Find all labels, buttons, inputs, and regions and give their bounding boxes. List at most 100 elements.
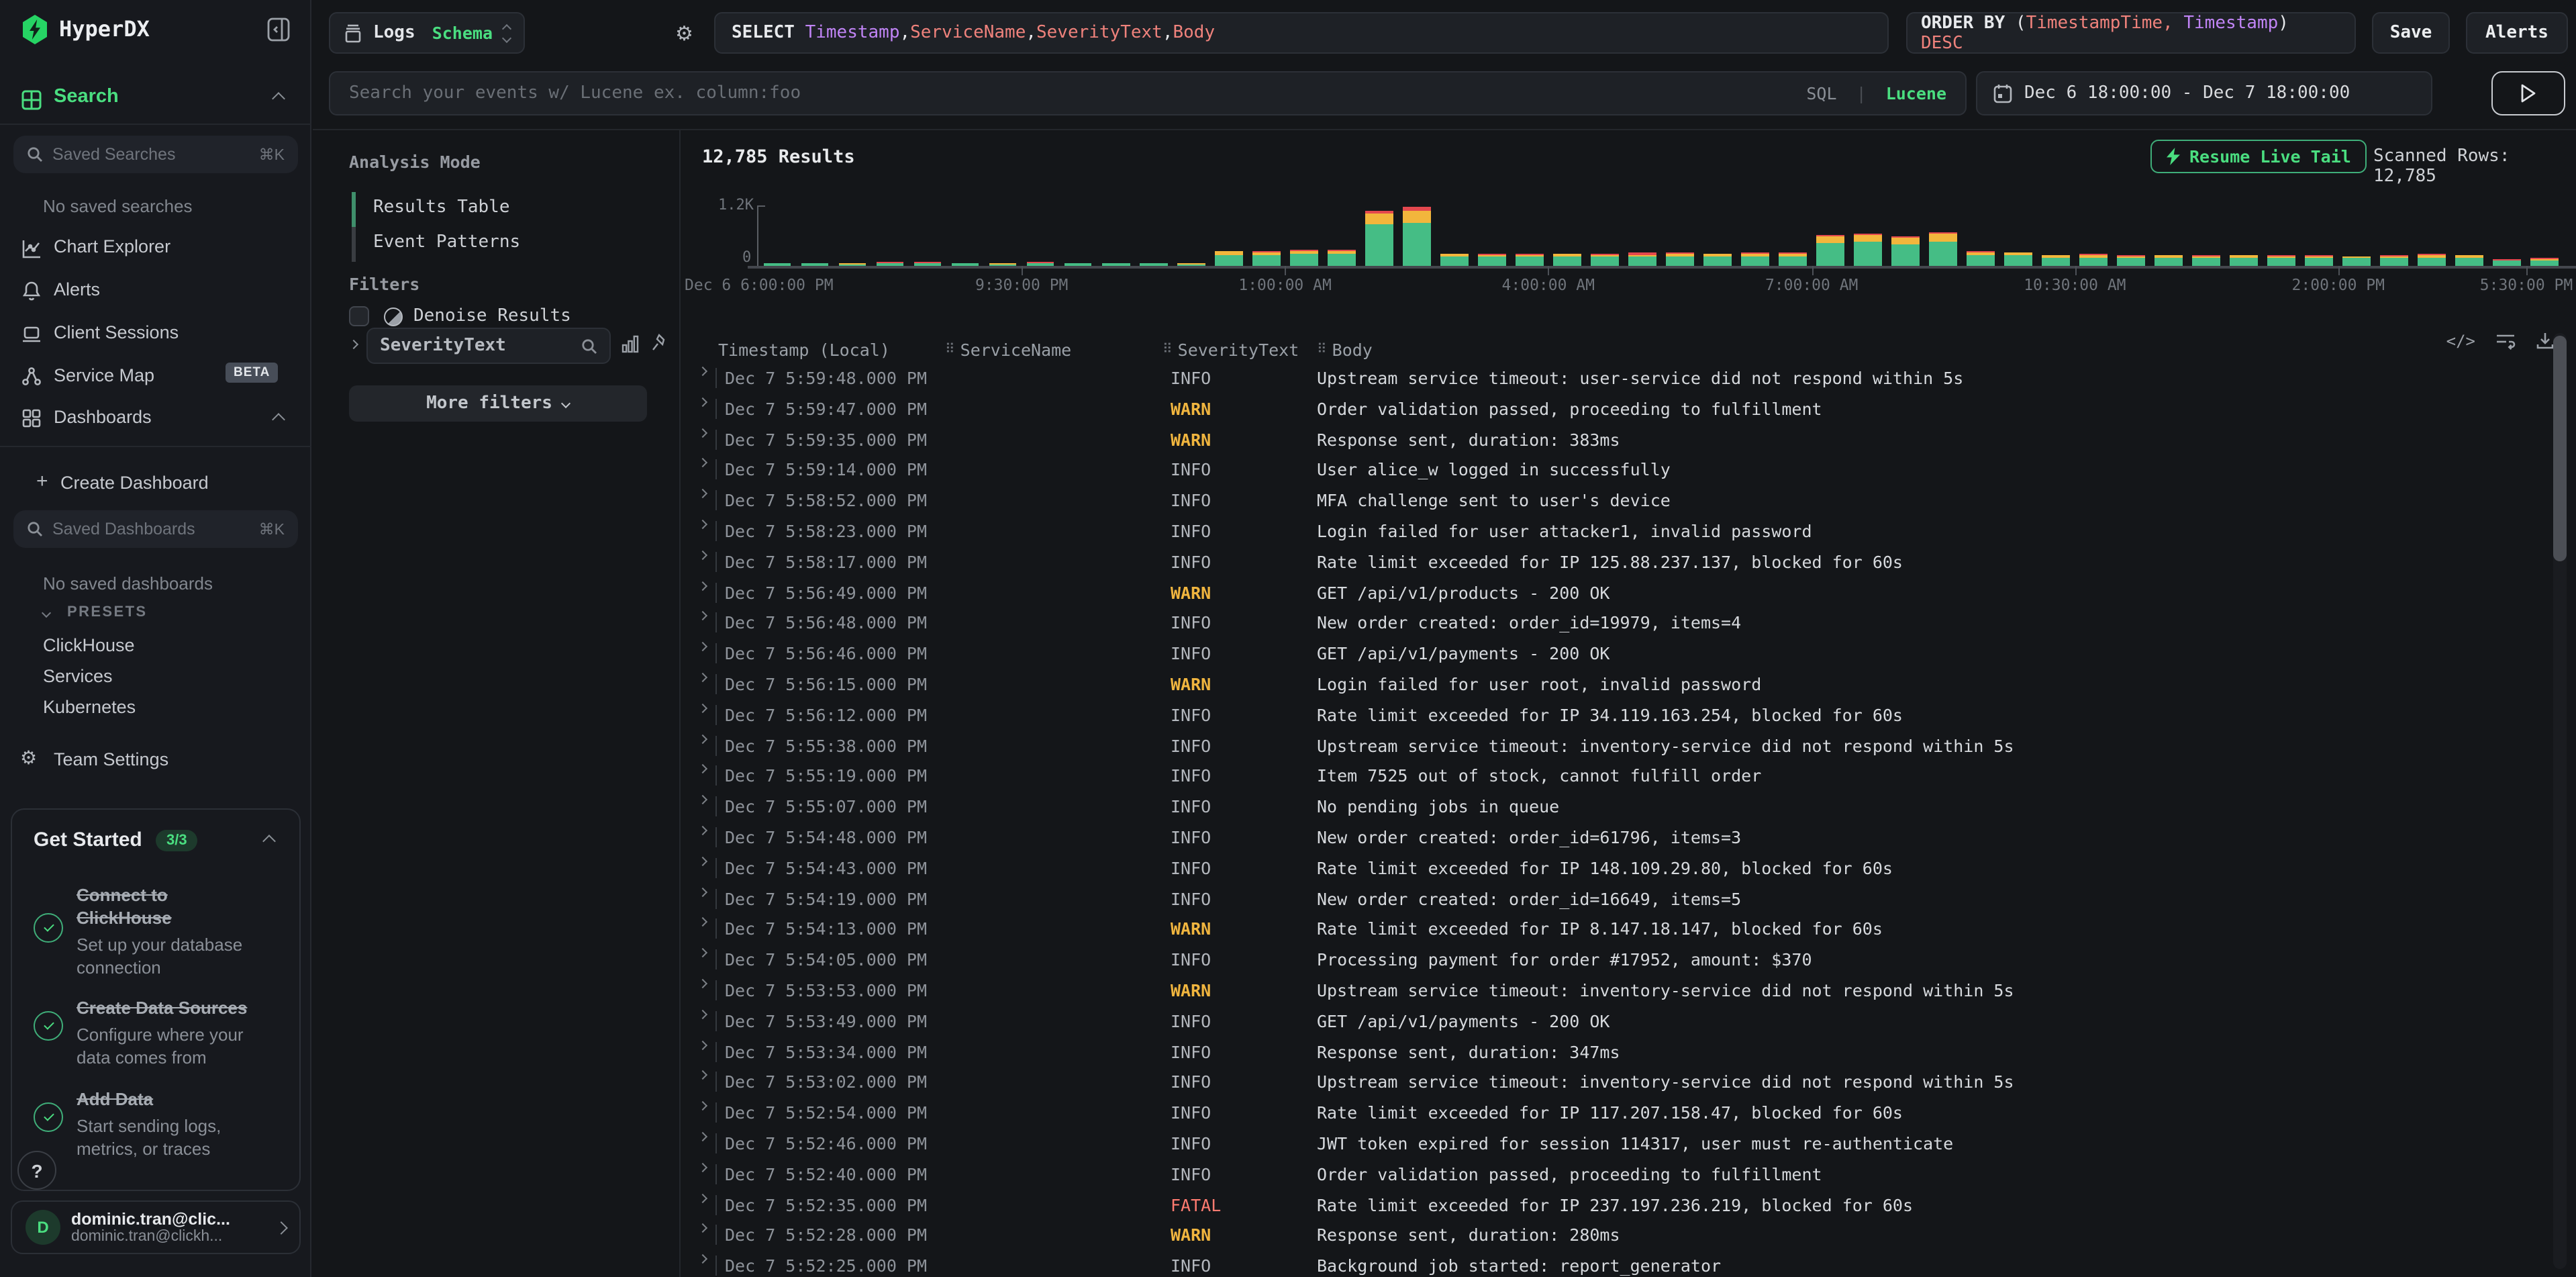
saved-dashboards-input[interactable]: Saved Dashboards ⌘K xyxy=(13,510,298,548)
col-header-severitytext[interactable]: ⠿SeverityText xyxy=(1162,340,1299,360)
row-expand-chevron[interactable] xyxy=(698,673,707,682)
table-row[interactable]: Dec 7 5:56:48.000 PMINFONew order create… xyxy=(681,609,2576,640)
search-collapse-chevron[interactable] xyxy=(272,92,285,105)
table-row[interactable]: Dec 7 5:52:28.000 PMWARNResponse sent, d… xyxy=(681,1221,2576,1252)
table-row[interactable]: Dec 7 5:59:48.000 PMINFOUpstream service… xyxy=(681,364,2576,395)
histogram-bar[interactable] xyxy=(1553,253,1581,266)
date-range-picker[interactable]: Dec 6 18:00:00 - Dec 7 18:00:00 xyxy=(1976,71,2432,115)
drag-handle-icon[interactable]: ⠿ xyxy=(1317,342,1326,357)
sidebar-item-search[interactable]: Search xyxy=(54,86,119,107)
schema-select[interactable]: Schema xyxy=(432,23,493,43)
histogram-bar[interactable] xyxy=(1967,251,1994,266)
table-row[interactable]: Dec 7 5:55:19.000 PMINFOItem 7525 out of… xyxy=(681,762,2576,793)
histogram-bar[interactable] xyxy=(2268,255,2295,266)
table-row[interactable]: Dec 7 5:54:13.000 PMWARNRate limit excee… xyxy=(681,915,2576,946)
histogram-bar[interactable] xyxy=(2230,255,2258,266)
run-query-button[interactable] xyxy=(2491,71,2565,115)
row-expand-chevron[interactable] xyxy=(698,765,707,774)
histogram-bar[interactable] xyxy=(1365,211,1393,266)
histogram-bar[interactable] xyxy=(1779,252,1806,266)
get-started-collapse-chevron[interactable] xyxy=(262,835,276,848)
table-row[interactable]: Dec 7 5:56:15.000 PMWARNLogin failed for… xyxy=(681,670,2576,701)
row-expand-chevron[interactable] xyxy=(698,581,707,590)
table-row[interactable]: Dec 7 5:59:14.000 PMINFOUser alice_w log… xyxy=(681,456,2576,487)
histogram-bar[interactable] xyxy=(2306,255,2333,266)
download-icon[interactable] xyxy=(2536,332,2555,350)
row-expand-chevron[interactable] xyxy=(698,887,707,896)
table-row[interactable]: Dec 7 5:55:07.000 PMINFONo pending jobs … xyxy=(681,792,2576,823)
event-search-input[interactable]: Search your events w/ Lucene ex. column:… xyxy=(329,71,1967,115)
row-expand-chevron[interactable] xyxy=(698,1009,707,1019)
language-toggle[interactable]: SQL | Lucene xyxy=(1806,83,1946,103)
table-row[interactable]: Dec 7 5:52:46.000 PMINFOJWT token expire… xyxy=(681,1129,2576,1160)
row-expand-chevron[interactable] xyxy=(698,1040,707,1049)
histogram-bar[interactable] xyxy=(1816,234,1844,266)
sidebar-item-chart-explorer[interactable]: Chart Explorer xyxy=(54,236,170,256)
histogram-bar[interactable] xyxy=(2079,254,2107,266)
table-row[interactable]: Dec 7 5:54:05.000 PMINFOProcessing payme… xyxy=(681,945,2576,976)
row-expand-chevron[interactable] xyxy=(698,1162,707,1172)
get-started-item[interactable]: Create Data Sources Configure where your… xyxy=(77,998,271,1070)
drag-handle-icon[interactable]: ⠿ xyxy=(1162,342,1171,357)
histogram-bar[interactable] xyxy=(1516,254,1543,266)
histogram-bar[interactable] xyxy=(1215,250,1242,266)
row-expand-chevron[interactable] xyxy=(698,734,707,743)
denoise-checkbox[interactable] xyxy=(349,306,369,326)
row-expand-chevron[interactable] xyxy=(698,918,707,927)
table-row[interactable]: Dec 7 5:56:12.000 PMINFORate limit excee… xyxy=(681,701,2576,732)
severity-expand-chevron[interactable] xyxy=(349,340,358,349)
create-dashboard-button[interactable]: Create Dashboard xyxy=(60,473,209,493)
table-row[interactable]: Dec 7 5:52:25.000 PMINFOBackground job s… xyxy=(681,1251,2576,1277)
table-row[interactable]: Dec 7 5:54:19.000 PMINFONew order create… xyxy=(681,884,2576,915)
histogram-bar[interactable] xyxy=(2493,259,2521,266)
code-view-icon[interactable]: </> xyxy=(2446,332,2475,350)
table-row[interactable]: Dec 7 5:59:47.000 PMWARNOrder validation… xyxy=(681,395,2576,426)
get-started-item[interactable]: Add Data Start sending logs, metrics, or… xyxy=(77,1089,271,1161)
table-row[interactable]: Dec 7 5:56:46.000 PMINFOGET /api/v1/paym… xyxy=(681,639,2576,670)
table-row[interactable]: Dec 7 5:58:23.000 PMINFOLogin failed for… xyxy=(681,517,2576,548)
alerts-button[interactable]: Alerts xyxy=(2466,12,2568,54)
row-expand-chevron[interactable] xyxy=(698,520,707,529)
histogram-bar[interactable] xyxy=(1929,232,1956,266)
col-header-servicename[interactable]: ⠿ServiceName xyxy=(945,340,1071,360)
histogram-bar[interactable] xyxy=(1703,253,1731,266)
presets-chevron-icon[interactable] xyxy=(42,608,51,618)
dashboards-collapse-chevron[interactable] xyxy=(272,413,285,426)
col-header-timestamp[interactable]: Timestamp (Local) xyxy=(718,340,890,360)
histogram-bar[interactable] xyxy=(1440,253,1468,266)
row-expand-chevron[interactable] xyxy=(698,459,707,468)
help-button[interactable]: ? xyxy=(17,1151,56,1190)
histogram-bar[interactable] xyxy=(2381,255,2408,266)
histogram-bar[interactable] xyxy=(1252,251,1280,266)
saved-searches-input[interactable]: Saved Searches ⌘K xyxy=(13,136,298,173)
histogram-bar[interactable] xyxy=(1403,207,1430,266)
table-row[interactable]: Dec 7 5:54:48.000 PMINFONew order create… xyxy=(681,823,2576,854)
table-row[interactable]: Dec 7 5:53:02.000 PMINFOUpstream service… xyxy=(681,1068,2576,1099)
table-row[interactable]: Dec 7 5:53:53.000 PMWARNUpstream service… xyxy=(681,976,2576,1007)
col-header-body[interactable]: ⠿Body xyxy=(1317,340,1373,360)
text-wrap-icon[interactable] xyxy=(2495,332,2516,350)
scrollbar-thumb[interactable] xyxy=(2553,336,2567,561)
row-expand-chevron[interactable] xyxy=(698,795,707,804)
orderby-editor[interactable]: ORDER BY (TimestampTime, Timestamp) DESC xyxy=(1906,12,2356,54)
histogram-bar[interactable] xyxy=(1478,254,1505,266)
preset-clickhouse[interactable]: ClickHouse xyxy=(43,635,135,655)
row-expand-chevron[interactable] xyxy=(698,1101,707,1110)
row-expand-chevron[interactable] xyxy=(698,1193,707,1202)
row-expand-chevron[interactable] xyxy=(698,367,707,376)
table-row[interactable]: Dec 7 5:58:17.000 PMINFORate limit excee… xyxy=(681,548,2576,579)
sidebar-item-team-settings[interactable]: Team Settings xyxy=(54,749,168,769)
histogram-bar[interactable] xyxy=(2418,254,2446,266)
save-button[interactable]: Save xyxy=(2372,12,2450,54)
sql-toggle[interactable]: SQL xyxy=(1806,83,1836,103)
table-row[interactable]: Dec 7 5:56:49.000 PMWARNGET /api/v1/prod… xyxy=(681,578,2576,609)
histogram-bar[interactable] xyxy=(2042,254,2069,266)
row-expand-chevron[interactable] xyxy=(698,856,707,865)
chart-toggle-icon[interactable] xyxy=(622,334,639,353)
histogram-bar[interactable] xyxy=(1741,253,1769,266)
table-row[interactable]: Dec 7 5:53:34.000 PMINFOResponse sent, d… xyxy=(681,1037,2576,1068)
mode-results-table[interactable]: Results Table xyxy=(373,197,510,218)
histogram-bar[interactable] xyxy=(2343,256,2371,266)
denoise-label[interactable]: Denoise Results xyxy=(413,306,571,326)
row-expand-chevron[interactable] xyxy=(698,428,707,437)
